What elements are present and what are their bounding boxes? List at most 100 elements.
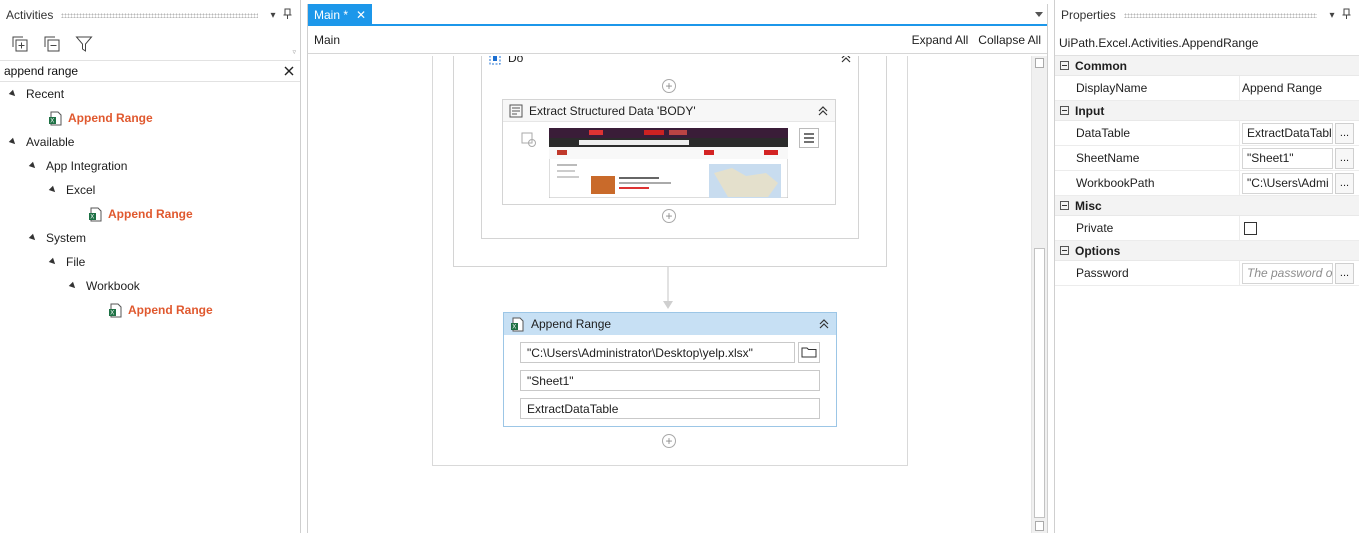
collapse-chevron-icon[interactable] xyxy=(818,318,830,330)
workbookpath-input[interactable]: "C:\Users\Admi xyxy=(1242,172,1333,194)
sheetname-input[interactable]: "Sheet1" xyxy=(1242,147,1333,169)
password-input[interactable]: The password o xyxy=(1242,262,1333,284)
panel-dropdown-icon[interactable]: ▾ xyxy=(1325,10,1339,21)
excel-activity-icon: X xyxy=(49,111,62,125)
sheet-name-field[interactable]: "Sheet1" xyxy=(520,370,820,391)
datatable-ellipsis-button[interactable]: ... xyxy=(1335,122,1354,144)
search-input[interactable] xyxy=(4,64,282,78)
activity-type-name: UiPath.Excel.Activities.AppendRange xyxy=(1055,30,1359,56)
expand-triangle-icon[interactable] xyxy=(8,137,18,147)
activities-panel-header: Activities ▾ xyxy=(0,0,300,30)
do-block-icon xyxy=(489,56,501,65)
canvas-vertical-scrollbar[interactable] xyxy=(1031,56,1047,533)
tree-node-excel[interactable]: Excel xyxy=(0,178,300,202)
append-range-activity[interactable]: X Append Range "C:\Users\Administrator\D… xyxy=(503,312,837,427)
do-header[interactable]: Do xyxy=(482,56,858,69)
close-tab-icon[interactable]: ✕ xyxy=(356,8,366,22)
workbook-path-field[interactable]: "C:\Users\Administrator\Desktop\yelp.xls… xyxy=(520,342,795,363)
expand-all-button[interactable]: Expand All xyxy=(912,33,969,47)
tree-label: Available xyxy=(26,135,75,149)
category-options[interactable]: Options xyxy=(1055,241,1359,261)
collapse-chevron-icon[interactable] xyxy=(817,105,829,117)
tree-item-append-range-workbook[interactable]: X Append Range xyxy=(0,298,300,322)
panel-dropdown-icon[interactable]: ▾ xyxy=(266,10,280,21)
svg-text:X: X xyxy=(110,310,114,316)
collapse-category-icon[interactable] xyxy=(1060,246,1069,255)
datatable-input[interactable]: ExtractDataTabl xyxy=(1242,122,1333,144)
tree-node-workbook[interactable]: Workbook xyxy=(0,274,300,298)
tree-node-recent[interactable]: Recent xyxy=(0,82,300,106)
browse-folder-icon[interactable] xyxy=(798,342,820,363)
expand-triangle-icon[interactable] xyxy=(48,257,58,267)
scroll-up-icon[interactable] xyxy=(1035,58,1044,68)
connector-arrow xyxy=(663,267,673,309)
scroll-down-icon[interactable] xyxy=(1035,521,1044,531)
prop-label: SheetName xyxy=(1055,146,1240,170)
expand-triangle-icon[interactable] xyxy=(28,161,38,171)
options-menu-icon[interactable] xyxy=(799,128,819,148)
expand-triangle-icon[interactable] xyxy=(28,233,38,243)
prop-label: DisplayName xyxy=(1055,76,1240,100)
displayname-value[interactable]: Append Range xyxy=(1240,76,1359,100)
excel-activity-icon: X xyxy=(511,317,524,331)
sheetname-ellipsis-button[interactable]: ... xyxy=(1335,147,1354,169)
tree-node-system[interactable]: System xyxy=(0,226,300,250)
prop-row-displayname: DisplayName Append Range xyxy=(1055,76,1359,101)
category-misc[interactable]: Misc xyxy=(1055,196,1359,216)
add-activity-icon[interactable]: + xyxy=(662,79,676,93)
tree-node-app-integration[interactable]: App Integration xyxy=(0,154,300,178)
extract-structured-data-activity[interactable]: Extract Structured Data 'BODY' xyxy=(502,99,836,205)
pin-icon[interactable] xyxy=(1339,8,1353,22)
pin-icon[interactable] xyxy=(280,8,294,22)
extract-header[interactable]: Extract Structured Data 'BODY' xyxy=(503,100,835,122)
do-container[interactable]: Do + Extract Structured Data 'BODY' + xyxy=(481,56,859,239)
collapse-category-icon[interactable] xyxy=(1060,106,1069,115)
category-common[interactable]: Common xyxy=(1055,56,1359,76)
collapse-all-icon[interactable] xyxy=(42,34,62,54)
workbookpath-ellipsis-button[interactable]: ... xyxy=(1335,172,1354,194)
collapse-all-button[interactable]: Collapse All xyxy=(978,33,1041,47)
category-label: Misc xyxy=(1075,198,1102,213)
append-range-header[interactable]: X Append Range xyxy=(504,313,836,335)
expand-triangle-icon[interactable] xyxy=(8,89,18,99)
add-activity-icon[interactable]: + xyxy=(662,434,676,448)
clear-search-icon[interactable] xyxy=(282,64,296,78)
password-ellipsis-button[interactable]: ... xyxy=(1335,262,1354,284)
indicate-target-icon[interactable] xyxy=(521,132,537,148)
tree-label: Recent xyxy=(26,87,65,101)
prop-label: Private xyxy=(1055,216,1240,240)
expand-triangle-icon[interactable] xyxy=(48,185,58,195)
activities-tree: Recent X Append Range Available App Inte… xyxy=(0,82,300,322)
tab-list-dropdown-icon[interactable] xyxy=(1035,12,1043,17)
scrollbar-thumb[interactable] xyxy=(1034,248,1045,518)
toolbar-overflow-icon[interactable]: ▿ xyxy=(292,48,296,56)
collapse-category-icon[interactable] xyxy=(1060,61,1069,70)
expand-triangle-icon[interactable] xyxy=(68,281,78,291)
tree-node-available[interactable]: Available xyxy=(0,130,300,154)
panel-grip[interactable] xyxy=(1123,12,1317,18)
extract-data-icon xyxy=(509,104,523,117)
activities-search xyxy=(0,60,300,82)
expand-all-icon[interactable] xyxy=(10,34,30,54)
breadcrumb-bar: Main Expand All Collapse All xyxy=(308,26,1047,54)
breadcrumb[interactable]: Main xyxy=(314,33,340,47)
tree-node-file[interactable]: File xyxy=(0,250,300,274)
category-input[interactable]: Input xyxy=(1055,101,1359,121)
datatable-field[interactable]: ExtractDataTable xyxy=(520,398,820,419)
add-activity-icon[interactable]: + xyxy=(662,209,676,223)
collapse-chevron-icon[interactable] xyxy=(840,56,852,64)
tree-item-append-range-recent[interactable]: X Append Range xyxy=(0,106,300,130)
tree-item-append-range-excel[interactable]: X Append Range xyxy=(0,202,300,226)
properties-panel-title: Properties xyxy=(1061,8,1116,22)
tab-main[interactable]: Main * ✕ xyxy=(308,4,373,26)
svg-text:X: X xyxy=(50,118,54,124)
svg-text:X: X xyxy=(90,214,94,220)
collapse-category-icon[interactable] xyxy=(1060,201,1069,210)
private-checkbox[interactable] xyxy=(1244,221,1257,235)
prop-row-private: Private xyxy=(1055,216,1359,241)
workflow-canvas[interactable]: Do + Extract Structured Data 'BODY' + X … xyxy=(308,56,1032,533)
category-label: Common xyxy=(1075,58,1127,73)
properties-panel: Properties ▾ UiPath.Excel.Activities.App… xyxy=(1054,0,1359,533)
filter-icon[interactable] xyxy=(74,34,94,54)
panel-grip[interactable] xyxy=(61,12,258,18)
